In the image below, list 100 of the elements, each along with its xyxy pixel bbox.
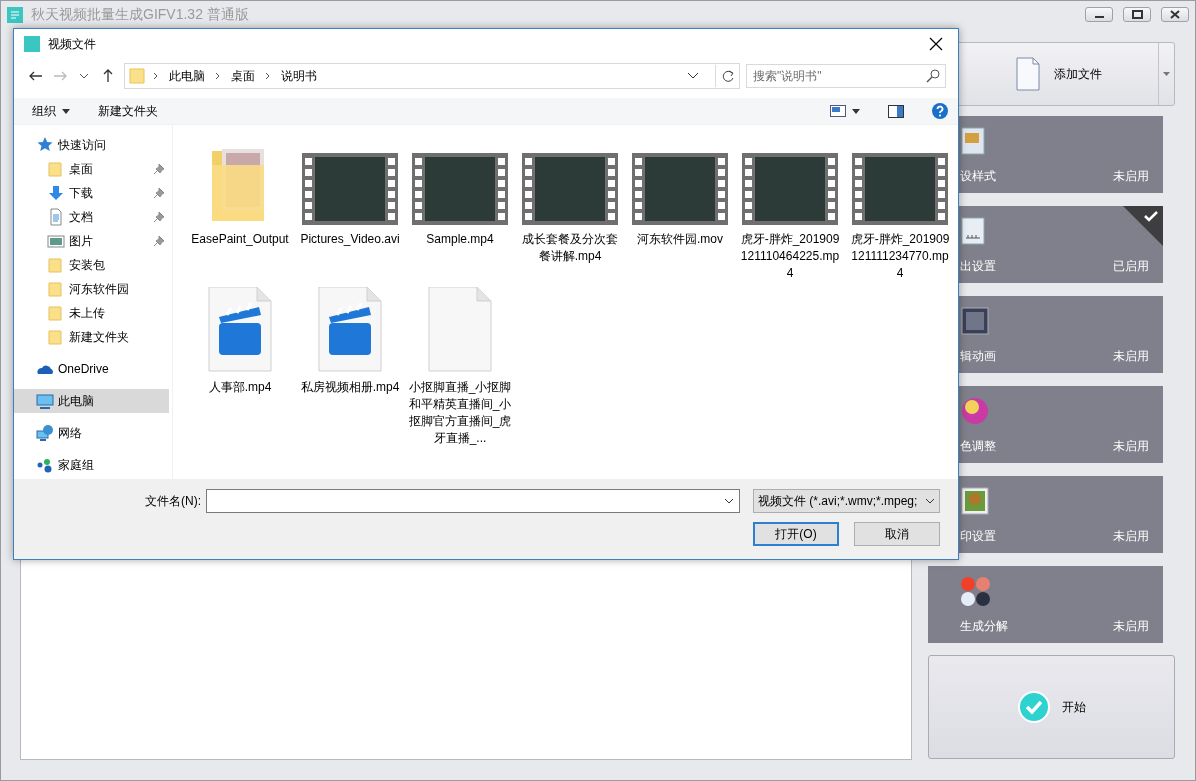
card-label: 印设置 bbox=[960, 528, 996, 545]
nav-item[interactable]: 文档 bbox=[14, 205, 169, 229]
file-name[interactable]: Pictures_Video.avi bbox=[298, 231, 402, 248]
app-icon bbox=[24, 36, 40, 52]
address-bar[interactable]: 此电脑 桌面 说明书 bbox=[124, 63, 740, 89]
chevron-icon bbox=[153, 72, 159, 80]
color-wheel-icon bbox=[960, 396, 990, 426]
maximize-icon bbox=[1131, 10, 1143, 19]
dialog-title: 视频文件 bbox=[48, 35, 97, 53]
nav-item[interactable]: 此电脑 bbox=[14, 389, 169, 413]
caret-icon bbox=[852, 108, 860, 114]
video-file-icon bbox=[317, 287, 383, 373]
organize-button[interactable]: 组织 bbox=[32, 102, 70, 120]
help-button[interactable] bbox=[932, 103, 948, 119]
minimize-button[interactable] bbox=[1085, 7, 1113, 22]
caret-icon bbox=[79, 73, 89, 79]
card-status: 已启用 bbox=[1113, 258, 1149, 275]
preview-pane-icon bbox=[888, 104, 904, 118]
network-icon bbox=[36, 424, 54, 442]
app-logo-icon bbox=[7, 6, 23, 23]
video-thumbnail-icon bbox=[302, 153, 398, 225]
file-name[interactable]: 小抠脚直播_小抠脚和平精英直播间_小抠脚官方直播间_虎牙直播_... bbox=[408, 379, 512, 447]
video-thumbnail-icon bbox=[852, 153, 948, 225]
dropdown-caret-icon bbox=[687, 72, 699, 80]
nav-item[interactable]: OneDrive bbox=[14, 357, 169, 381]
folder-icon bbox=[47, 328, 65, 346]
file-name[interactable]: 私房视频相册.mp4 bbox=[298, 379, 402, 396]
document-icon bbox=[47, 208, 65, 226]
video-thumbnail-icon bbox=[412, 153, 508, 225]
breadcrumb-item[interactable]: 此电脑 bbox=[167, 67, 207, 85]
file-name[interactable]: Sample.mp4 bbox=[408, 231, 512, 248]
nav-item[interactable]: 下载 bbox=[14, 181, 169, 205]
file-name[interactable]: 河东软件园.mov bbox=[628, 231, 732, 248]
caret-icon bbox=[62, 108, 70, 114]
card-status: 未启用 bbox=[1113, 438, 1149, 455]
field-label: 文件名(N): bbox=[144, 492, 201, 510]
pin-icon bbox=[153, 211, 165, 223]
video-thumbnail-icon bbox=[522, 153, 618, 225]
star-icon bbox=[36, 136, 54, 154]
homegroup-icon bbox=[36, 456, 54, 474]
file-name[interactable]: EasePaint_Output bbox=[188, 231, 292, 248]
maximize-button[interactable] bbox=[1123, 7, 1151, 22]
picture-icon bbox=[47, 232, 65, 250]
dialog-button[interactable]: 打开(O) bbox=[753, 522, 839, 546]
nav-item[interactable]: 河东软件园 bbox=[14, 277, 169, 301]
file-type-dropdown[interactable]: 视频文件 (*.avi;*.wmv;*.mpeg; bbox=[753, 489, 940, 513]
forward-arrow-icon bbox=[52, 70, 68, 82]
nav-item[interactable]: 未上传 bbox=[14, 301, 169, 325]
pin-icon bbox=[153, 163, 165, 175]
card-status: 未启用 bbox=[1113, 618, 1149, 635]
new-folder-button[interactable]: 新建文件夹 bbox=[98, 102, 158, 120]
dropdown-caret-icon bbox=[925, 498, 935, 504]
video-file-icon bbox=[207, 287, 273, 373]
search-field[interactable]: 搜索"说明书" bbox=[746, 64, 946, 88]
pin-icon bbox=[153, 235, 165, 247]
close-icon bbox=[929, 37, 943, 51]
card-label: 生成分解 bbox=[960, 618, 1008, 635]
view-button[interactable] bbox=[830, 105, 860, 117]
file-name[interactable]: 人事部.mp4 bbox=[188, 379, 292, 396]
nav-item[interactable]: 网络 bbox=[14, 421, 169, 445]
help-icon bbox=[932, 103, 948, 119]
folder-icon bbox=[47, 160, 65, 178]
nav-item[interactable]: 快速访问 bbox=[14, 133, 169, 157]
four-dots-icon bbox=[960, 576, 990, 606]
video-thumbnail-icon bbox=[632, 153, 728, 225]
start-button[interactable]: 开始 bbox=[928, 655, 1175, 759]
computer-icon bbox=[36, 392, 54, 410]
up-arrow-icon bbox=[102, 68, 114, 84]
folder-icon bbox=[47, 256, 65, 274]
option-card[interactable]: 生成分解 未启用 bbox=[928, 566, 1163, 643]
folder-icon bbox=[129, 67, 145, 85]
nav-item[interactable]: 家庭组 bbox=[14, 453, 169, 477]
back-arrow-icon bbox=[28, 70, 44, 82]
refresh-icon bbox=[720, 69, 735, 83]
nav-item[interactable]: 新建文件夹 bbox=[14, 325, 169, 349]
card-status: 未启用 bbox=[1113, 168, 1149, 185]
close-icon bbox=[1170, 10, 1180, 19]
close-button[interactable] bbox=[1161, 7, 1189, 22]
caret-icon bbox=[1163, 72, 1170, 76]
document-icon bbox=[1015, 57, 1040, 91]
breadcrumb-item[interactable]: 桌面 bbox=[229, 67, 257, 85]
breadcrumb-item[interactable]: 说明书 bbox=[279, 67, 319, 85]
folder-icon bbox=[47, 304, 65, 322]
blank-file-icon bbox=[427, 287, 493, 373]
nav-item[interactable]: 安装包 bbox=[14, 253, 169, 277]
file-name-field[interactable] bbox=[206, 489, 740, 513]
window-title: 秋天视频批量生成GIFV1.32 普通版 bbox=[31, 5, 250, 24]
download-arrow-icon bbox=[47, 184, 65, 202]
search-icon bbox=[926, 69, 940, 83]
frame-icon bbox=[960, 306, 990, 336]
pin-icon bbox=[153, 187, 165, 199]
preview-pane-button[interactable] bbox=[888, 104, 904, 118]
video-thumbnail-icon bbox=[742, 153, 838, 225]
nav-item[interactable]: 桌面 bbox=[14, 157, 169, 181]
nav-item[interactable]: 图片 bbox=[14, 229, 169, 253]
folder-icon bbox=[47, 280, 65, 298]
file-name[interactable]: 成长套餐及分次套餐讲解.mp4 bbox=[518, 231, 622, 265]
chevron-icon bbox=[265, 72, 271, 80]
dialog-button[interactable]: 取消 bbox=[854, 522, 940, 546]
file-name[interactable]: 虎牙-胖炸_201909121110464225.mp4 bbox=[738, 231, 842, 282]
